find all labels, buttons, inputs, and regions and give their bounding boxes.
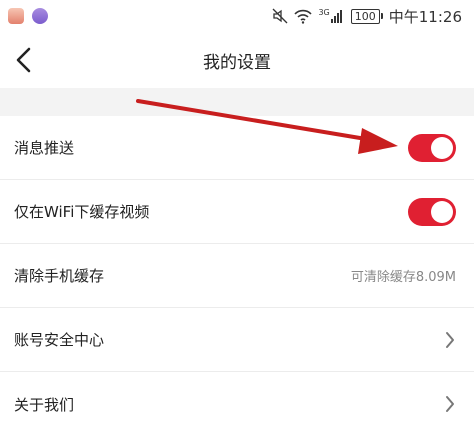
- chevron-right-icon: [446, 331, 454, 348]
- notification-icons: [0, 8, 48, 24]
- setting-label: 消息推送: [14, 139, 75, 157]
- wifi-cache-toggle[interactable]: [408, 197, 456, 226]
- battery-icon: 100: [350, 8, 383, 24]
- app-notification-icon: [32, 8, 48, 24]
- network-type: 3G: [318, 8, 330, 17]
- settings-list: 消息推送 仅在WiFi下缓存视频 清除手机缓存 可清除缓存8.09M 账号安全中…: [0, 116, 474, 436]
- back-button[interactable]: [12, 46, 36, 74]
- setting-row-account-security[interactable]: 账号安全中心: [0, 308, 474, 372]
- battery-level: 100: [350, 8, 380, 24]
- wifi-icon: [294, 9, 313, 24]
- chevron-right-icon: [446, 396, 454, 412]
- page-title: 我的设置: [203, 52, 271, 73]
- message-push-toggle[interactable]: [408, 133, 456, 162]
- setting-row-clear-cache[interactable]: 清除手机缓存 可清除缓存8.09M: [0, 244, 474, 308]
- setting-label: 仅在WiFi下缓存视频: [14, 203, 150, 221]
- navigation-bar: 我的设置: [0, 32, 474, 88]
- status-indicators: 3G 100 中午11:26: [272, 6, 474, 27]
- clock: 中午11:26: [388, 7, 462, 26]
- cache-size-value: 可清除缓存8.09M: [350, 270, 456, 285]
- setting-row-message-push[interactable]: 消息推送: [0, 116, 474, 180]
- status-bar: 3G 100 中午11:26: [0, 0, 474, 32]
- setting-row-about-us[interactable]: 关于我们: [0, 372, 474, 436]
- section-divider: [0, 88, 474, 116]
- setting-row-wifi-cache[interactable]: 仅在WiFi下缓存视频: [0, 180, 474, 244]
- setting-label: 账号安全中心: [14, 331, 105, 349]
- setting-label: 关于我们: [14, 395, 75, 414]
- app-notification-icon: [8, 8, 24, 24]
- mute-icon: [273, 8, 288, 24]
- setting-label: 清除手机缓存: [14, 267, 105, 285]
- signal-icon: [330, 10, 342, 23]
